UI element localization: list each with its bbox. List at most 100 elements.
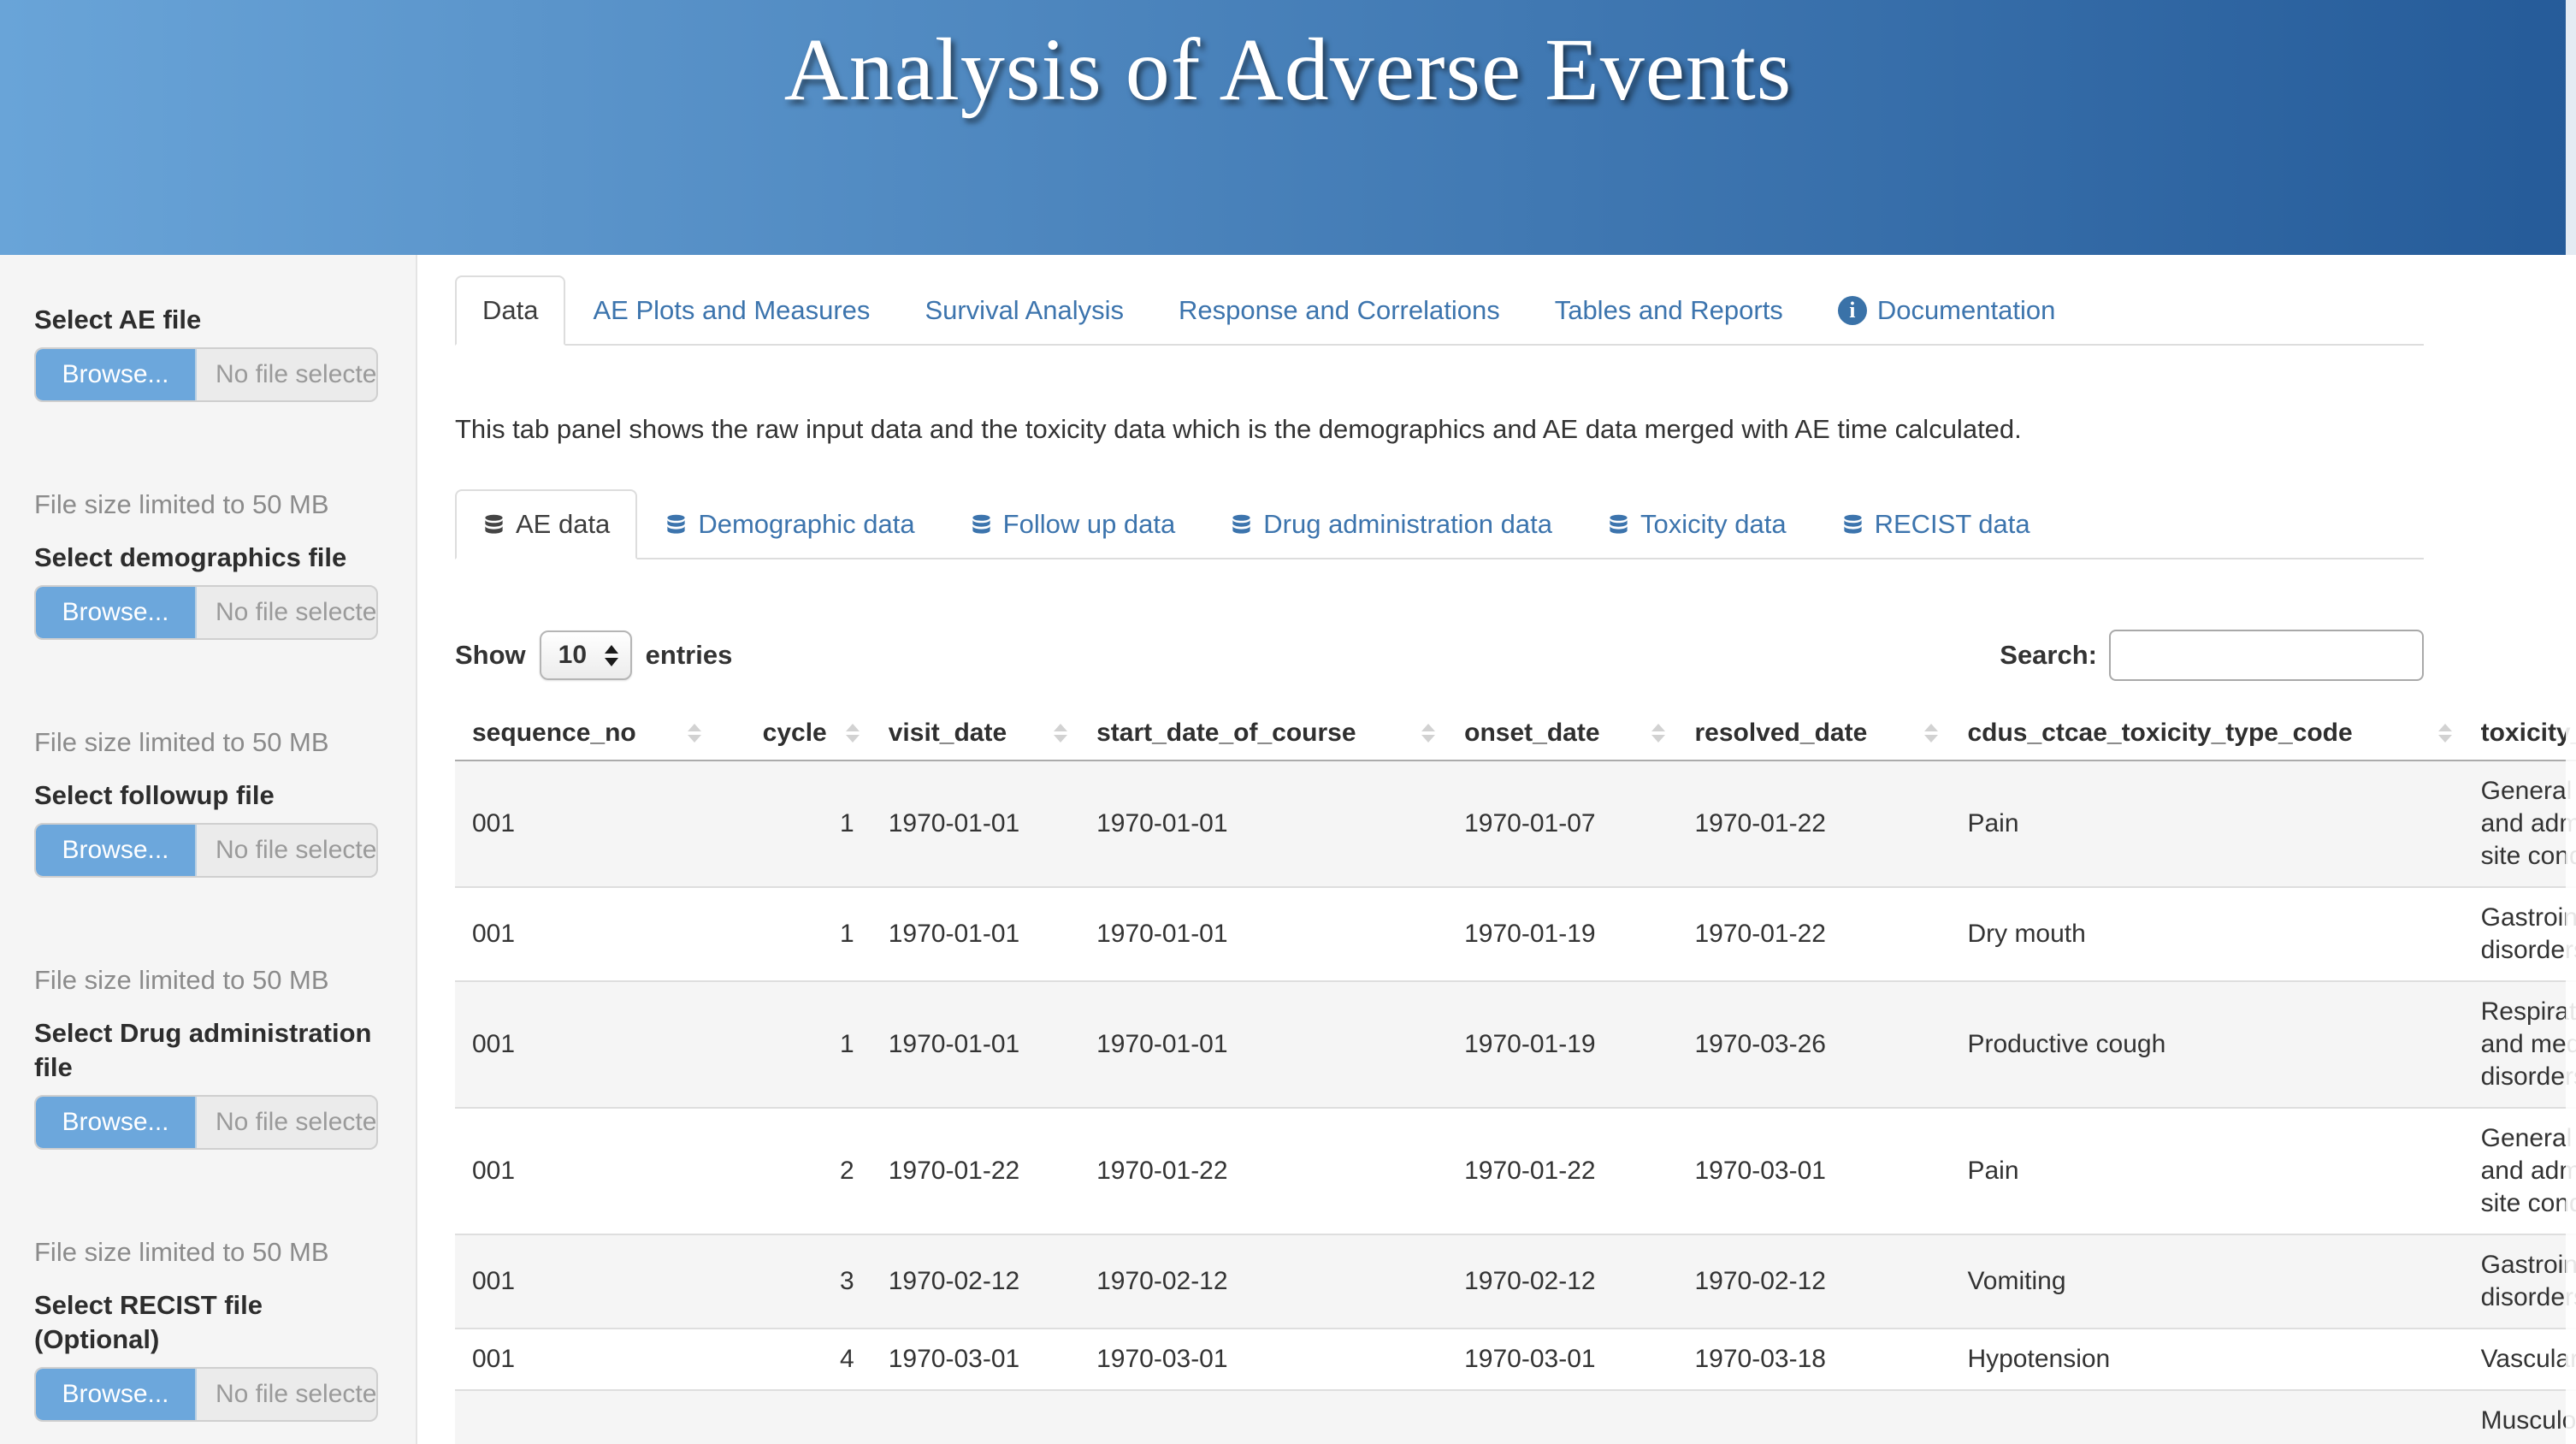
cell-toxicity_category: Gastrointestinal disorders xyxy=(2464,1234,2576,1329)
column-header-cdus_ctcae_toxicity_type_code[interactable]: cdus_ctcae_toxicity_type_code xyxy=(1950,707,2463,760)
table-row[interactable]: 00111970-01-011970-01-011970-01-191970-0… xyxy=(455,887,2576,981)
cell-cdus_ctcae_toxicity_type_code: Productive cough xyxy=(1950,981,2463,1108)
ae-file-input[interactable]: Browse... No file selected xyxy=(34,347,378,402)
cell-visit_date: 1970-01-01 xyxy=(871,760,1079,887)
followup-file-size-note: File size limited to 50 MB xyxy=(34,963,378,997)
column-header-sequence_no[interactable]: sequence_no xyxy=(455,707,713,760)
column-header-start_date_of_course[interactable]: start_date_of_course xyxy=(1079,707,1447,760)
cell-toxicity_category: Respiratory, thoracic and mediastinal di… xyxy=(2464,981,2576,1108)
sort-icon xyxy=(1924,724,1938,743)
tab-drug-administration-data[interactable]: Drug administration data xyxy=(1202,489,1580,559)
drug-admin-file-status: No file selected xyxy=(197,1097,376,1148)
sidebar-section-followup-file: Select followup file Browse... No file s… xyxy=(34,778,378,997)
cell-visit_date: 1970-01-22 xyxy=(871,1108,1079,1234)
followup-file-input[interactable]: Browse... No file selected xyxy=(34,823,378,878)
tab-ae-data[interactable]: AE data xyxy=(455,489,637,559)
table-row[interactable]: 00111970-01-011970-01-011970-01-071970-0… xyxy=(455,760,2576,887)
followup-browse-button[interactable]: Browse... xyxy=(36,825,197,876)
cell-resolved_date: 1970-01-22 xyxy=(1677,760,1950,887)
drug-admin-file-input[interactable]: Browse... No file selected xyxy=(34,1095,378,1150)
tab-demographic-data[interactable]: Demographic data xyxy=(637,489,942,559)
cell-sequence_no: 001 xyxy=(455,1108,713,1234)
column-header-toxicity_category[interactable]: toxicity_category xyxy=(2464,707,2576,760)
drug-admin-browse-button[interactable]: Browse... xyxy=(36,1097,197,1148)
cell-visit_date xyxy=(871,1390,1079,1444)
cell-cycle: 4 xyxy=(713,1329,871,1390)
column-header-cycle[interactable]: cycle xyxy=(713,707,871,760)
table-row[interactable]: 00131970-02-121970-02-121970-02-121970-0… xyxy=(455,1234,2576,1329)
cell-start_date_of_course: 1970-02-12 xyxy=(1079,1234,1447,1329)
followup-file-status: No file selected xyxy=(197,825,376,876)
recist-browse-button[interactable]: Browse... xyxy=(36,1369,197,1420)
cell-onset_date: 1970-01-19 xyxy=(1447,887,1677,981)
sidebar-section-ae-file: Select AE file Browse... No file selecte… xyxy=(34,303,378,522)
tab-documentation[interactable]: i Documentation xyxy=(1811,275,2083,346)
column-header-resolved_date[interactable]: resolved_date xyxy=(1677,707,1950,760)
tab-follow-up-data[interactable]: Follow up data xyxy=(942,489,1203,559)
drug-admin-file-size-note: File size limited to 50 MB xyxy=(34,1235,378,1269)
database-icon xyxy=(1841,513,1864,536)
cell-cdus_ctcae_toxicity_type_code: Pain xyxy=(1950,1108,2463,1234)
cell-toxicity_category: General disorders and administration sit… xyxy=(2464,760,2576,887)
recist-file-status: No file selected xyxy=(197,1369,376,1420)
stepper-arrows-icon xyxy=(605,645,630,666)
sidebar: Select AE file Browse... No file selecte… xyxy=(0,255,417,1444)
cell-onset_date xyxy=(1447,1390,1677,1444)
tab-tables-and-reports[interactable]: Tables and Reports xyxy=(1527,275,1811,346)
demographics-file-input[interactable]: Browse... No file selected xyxy=(34,585,378,640)
cell-sequence_no: 001 xyxy=(455,1234,713,1329)
demographics-file-label: Select demographics file xyxy=(34,541,378,575)
tab-ae-plots-and-measures[interactable]: AE Plots and Measures xyxy=(565,275,897,346)
search-input[interactable] xyxy=(2109,630,2424,681)
cell-sequence_no: 001 xyxy=(455,981,713,1108)
sort-icon xyxy=(1421,724,1435,743)
table-row[interactable]: 00111970-01-011970-01-011970-01-191970-0… xyxy=(455,981,2576,1108)
tab-panel-description: This tab panel shows the raw input data … xyxy=(455,414,2424,445)
cell-cycle: 1 xyxy=(713,760,871,887)
cell-start_date_of_course: 1970-01-01 xyxy=(1079,760,1447,887)
tab-follow-up-data-label: Follow up data xyxy=(1003,509,1176,540)
cell-resolved_date xyxy=(1677,1390,1950,1444)
sort-icon xyxy=(1054,724,1067,743)
tab-survival-analysis[interactable]: Survival Analysis xyxy=(897,275,1151,346)
cell-resolved_date: 1970-01-22 xyxy=(1677,887,1950,981)
cell-visit_date: 1970-03-01 xyxy=(871,1329,1079,1390)
entries-label: entries xyxy=(646,640,733,671)
tab-data-label: Data xyxy=(482,295,538,326)
column-header-visit_date[interactable]: visit_date xyxy=(871,707,1079,760)
column-header-label: resolved_date xyxy=(1694,719,1867,747)
datatable-controls: Show 10 entries Search: xyxy=(455,630,2424,681)
table-row[interactable]: 00141970-03-011970-03-011970-03-011970-0… xyxy=(455,1329,2576,1390)
window-scrollbar[interactable] xyxy=(2566,0,2576,1444)
app-banner: Analysis of Adverse Events xyxy=(0,0,2576,255)
page-length-select[interactable]: 10 xyxy=(540,630,632,680)
tab-toxicity-data[interactable]: Toxicity data xyxy=(1580,489,1814,559)
cell-cdus_ctcae_toxicity_type_code: Vomiting xyxy=(1950,1234,2463,1329)
cell-onset_date: 1970-02-12 xyxy=(1447,1234,1677,1329)
recist-file-input[interactable]: Browse... No file selected xyxy=(34,1367,378,1422)
ae-data-table: sequence_no cyclevisit_datestart_date_of_… xyxy=(455,707,2576,1444)
tab-recist-data[interactable]: RECIST data xyxy=(1814,489,2058,559)
demographics-file-status: No file selected xyxy=(197,587,376,638)
ae-file-status: No file selected xyxy=(197,349,376,400)
tab-data[interactable]: Data xyxy=(455,275,565,346)
tab-ae-plots-label: AE Plots and Measures xyxy=(593,295,870,326)
main-tab-bar: Data AE Plots and Measures Survival Anal… xyxy=(455,275,2424,346)
column-header-onset_date[interactable]: onset_date xyxy=(1447,707,1677,760)
demographics-browse-button[interactable]: Browse... xyxy=(36,587,197,638)
column-header-label: sequence_no xyxy=(472,719,636,747)
cell-toxicity_category: Vascular disorders xyxy=(2464,1329,2576,1390)
tab-response-and-correlations[interactable]: Response and Correlations xyxy=(1151,275,1527,346)
table-row[interactable]: Musculoskeletal and xyxy=(455,1390,2576,1444)
cell-visit_date: 1970-01-01 xyxy=(871,887,1079,981)
cell-cdus_ctcae_toxicity_type_code: Pain xyxy=(1950,760,2463,887)
database-icon xyxy=(1230,513,1253,536)
sort-icon xyxy=(2438,724,2452,743)
database-icon xyxy=(1607,513,1630,536)
demographics-file-size-note: File size limited to 50 MB xyxy=(34,725,378,760)
followup-file-label: Select followup file xyxy=(34,778,378,813)
cell-cdus_ctcae_toxicity_type_code: Dry mouth xyxy=(1950,887,2463,981)
ae-browse-button[interactable]: Browse... xyxy=(36,349,197,400)
show-label: Show xyxy=(455,640,526,671)
table-row[interactable]: 00121970-01-221970-01-221970-01-221970-0… xyxy=(455,1108,2576,1234)
